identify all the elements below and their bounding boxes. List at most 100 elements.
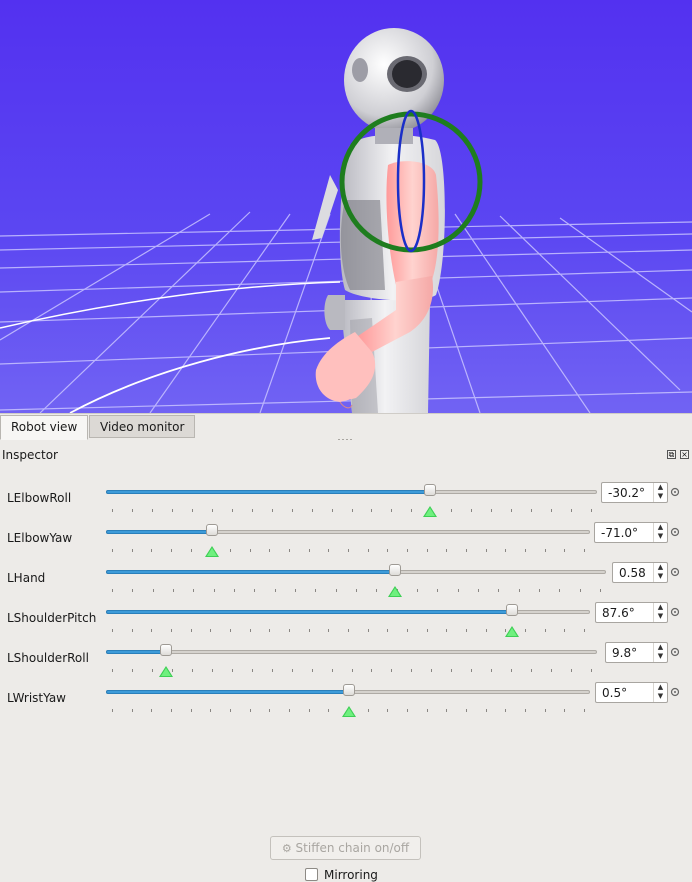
- slider-handle[interactable]: [424, 484, 436, 496]
- slider-tick: [525, 709, 526, 712]
- slider-tick: [491, 509, 492, 512]
- slider-tick: [571, 509, 572, 512]
- panel-splitter-handle[interactable]: [336, 437, 356, 443]
- slider-tick: [348, 549, 349, 552]
- slider-tick: [252, 669, 253, 672]
- slider-tick: [191, 549, 192, 552]
- joint-value-input[interactable]: [602, 483, 654, 502]
- view-tab-bar: Robot view Video monitor: [0, 413, 692, 440]
- reset-joint-icon[interactable]: [670, 607, 680, 617]
- slider-tick: [411, 509, 412, 512]
- slider-tick: [478, 589, 479, 592]
- joint-value-spinbox[interactable]: ▲▼: [605, 642, 668, 663]
- slider-tick: [584, 549, 585, 552]
- spin-arrows[interactable]: ▲ ▼: [653, 563, 667, 582]
- joint-value-spinbox[interactable]: ▲▼: [601, 482, 668, 503]
- slider-tick: [486, 629, 487, 632]
- joint-value-input[interactable]: [613, 563, 654, 582]
- slider-fill: [106, 610, 512, 614]
- slider-tick: [446, 629, 447, 632]
- tab-robot-view[interactable]: Robot view: [0, 415, 89, 440]
- slider-tick: [600, 589, 601, 592]
- robot-scene: [0, 0, 692, 413]
- slider-tick: [559, 589, 560, 592]
- tab-video-monitor[interactable]: Video monitor: [89, 415, 196, 438]
- joint-value-spinbox[interactable]: ▲▼: [595, 682, 668, 703]
- slider-handle[interactable]: [160, 644, 172, 656]
- joint-slider[interactable]: [106, 564, 606, 597]
- spin-up-icon[interactable]: ▲: [654, 683, 667, 692]
- slider-tick: [309, 629, 310, 632]
- slider-handle[interactable]: [506, 604, 518, 616]
- slider-tick: [309, 549, 310, 552]
- slider-tick: [172, 509, 173, 512]
- slider-ticks: [112, 509, 592, 514]
- slider-tick: [230, 629, 231, 632]
- spin-down-icon[interactable]: ▼: [654, 692, 667, 701]
- slider-tick: [250, 629, 251, 632]
- reset-joint-icon[interactable]: [670, 647, 680, 657]
- spin-down-icon[interactable]: ▼: [654, 572, 667, 581]
- reset-joint-icon[interactable]: [670, 527, 680, 537]
- slider-handle[interactable]: [389, 564, 401, 576]
- slider-tick: [275, 589, 276, 592]
- joint-slider[interactable]: [106, 604, 590, 637]
- joint-value-spinbox[interactable]: ▲▼: [595, 602, 668, 623]
- joint-slider[interactable]: [106, 644, 597, 677]
- slider-tick: [466, 709, 467, 712]
- spin-up-icon[interactable]: ▲: [654, 563, 667, 572]
- spin-arrows[interactable]: ▲ ▼: [653, 683, 667, 702]
- joint-value-spinbox[interactable]: ▲▼: [594, 522, 668, 543]
- target-marker: [388, 586, 402, 597]
- joint-value-input[interactable]: [596, 683, 654, 702]
- target-marker: [505, 626, 519, 637]
- joint-value-input[interactable]: [595, 523, 654, 542]
- joint-row: LElbowYaw ▲▼: [0, 521, 692, 561]
- close-panel-icon[interactable]: ×: [680, 450, 689, 459]
- spin-arrows[interactable]: ▲ ▼: [653, 603, 667, 622]
- reset-joint-icon[interactable]: [670, 687, 680, 697]
- slider-ticks: [112, 549, 585, 554]
- float-panel-icon[interactable]: ⧉: [667, 450, 676, 459]
- spin-arrows[interactable]: ▲ ▼: [653, 483, 667, 502]
- slider-tick: [214, 589, 215, 592]
- slider-tick: [132, 509, 133, 512]
- joint-value-spinbox[interactable]: ▲▼: [612, 562, 668, 583]
- spin-down-icon[interactable]: ▼: [654, 492, 667, 501]
- robot-3d-view[interactable]: [0, 0, 692, 413]
- slider-tick: [387, 549, 388, 552]
- spin-up-icon[interactable]: ▲: [654, 523, 667, 532]
- stiffen-chain-button[interactable]: ⚙ Stiffen chain on/off: [270, 836, 421, 860]
- joint-value-input[interactable]: [596, 603, 654, 622]
- spin-up-icon[interactable]: ▲: [654, 643, 667, 652]
- joint-slider[interactable]: [106, 524, 590, 557]
- reset-joint-icon[interactable]: [670, 567, 680, 577]
- slider-tick: [348, 629, 349, 632]
- reset-joint-icon[interactable]: [670, 487, 680, 497]
- spin-down-icon[interactable]: ▼: [654, 612, 667, 621]
- joint-slider[interactable]: [106, 484, 597, 517]
- target-marker: [205, 546, 219, 557]
- slider-handle[interactable]: [206, 524, 218, 536]
- spin-up-icon[interactable]: ▲: [654, 483, 667, 492]
- slider-tick: [210, 629, 211, 632]
- spin-up-icon[interactable]: ▲: [654, 603, 667, 612]
- slider-tick: [289, 709, 290, 712]
- joint-slider[interactable]: [106, 684, 590, 717]
- spin-arrows[interactable]: ▲ ▼: [653, 643, 667, 662]
- slider-tick: [391, 509, 392, 512]
- slider-tick: [173, 589, 174, 592]
- joint-name: LHand: [7, 571, 46, 585]
- slider-tick: [451, 669, 452, 672]
- slider-tick: [486, 549, 487, 552]
- mirroring-checkbox-box[interactable]: [305, 868, 318, 881]
- slider-tick: [525, 549, 526, 552]
- slider-tick: [292, 669, 293, 672]
- joint-value-input[interactable]: [606, 643, 654, 662]
- slider-tick: [584, 629, 585, 632]
- slider-tick: [191, 629, 192, 632]
- spin-down-icon[interactable]: ▼: [654, 652, 667, 661]
- spin-arrows[interactable]: ▲ ▼: [653, 523, 667, 542]
- spin-down-icon[interactable]: ▼: [654, 532, 667, 541]
- slider-handle[interactable]: [343, 684, 355, 696]
